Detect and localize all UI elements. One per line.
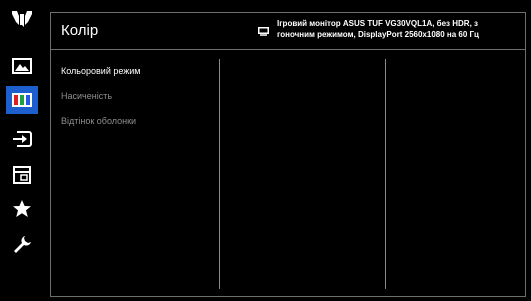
osd-menu: Колір Ігровий монітор ASUS TUF VG30VQL1A… [0, 0, 531, 301]
image-icon [12, 58, 32, 74]
model-info-line-1: Ігровий монітор ASUS TUF VG30VQL1A, без … [277, 19, 479, 28]
color-settings-panel: Колір Ігровий монітор ASUS TUF VG30VQL1A… [50, 12, 526, 297]
panel-header: Колір Ігровий монітор ASUS TUF VG30VQL1A… [51, 13, 525, 50]
system-setup-icon [13, 166, 31, 184]
color-menu-button[interactable] [6, 86, 38, 114]
wrench-icon [14, 236, 31, 253]
input-select-icon [13, 131, 32, 147]
image-menu-button[interactable] [6, 52, 38, 80]
monitor-icon [258, 27, 269, 36]
monitor-model-info: Ігровий монітор ASUS TUF VG30VQL1A, без … [277, 18, 521, 40]
favorite-star-icon [13, 199, 31, 217]
column-divider [219, 59, 220, 289]
main-menu-rail [0, 0, 44, 301]
favorite-menu-button[interactable] [6, 194, 38, 222]
system-setup-menu-button[interactable] [6, 161, 38, 189]
submenu-list: Кольоровий режим Насиченість Відтінок об… [61, 65, 221, 140]
input-select-menu-button[interactable] [6, 125, 38, 153]
color-bars-icon [12, 93, 32, 107]
page-title: Колір [61, 22, 99, 39]
menu-item-saturation: Насиченість [61, 91, 113, 101]
model-info-line-2: гоночним режимом, DisplayPort 2560x1080 … [277, 30, 479, 39]
menu-item-color-mode[interactable]: Кольоровий режим [61, 65, 221, 90]
column-divider [385, 59, 386, 289]
menu-item-skin-tone: Відтінок оболонки [61, 116, 137, 126]
settings-menu-button[interactable] [6, 230, 38, 258]
tuf-logo-icon [6, 5, 38, 33]
